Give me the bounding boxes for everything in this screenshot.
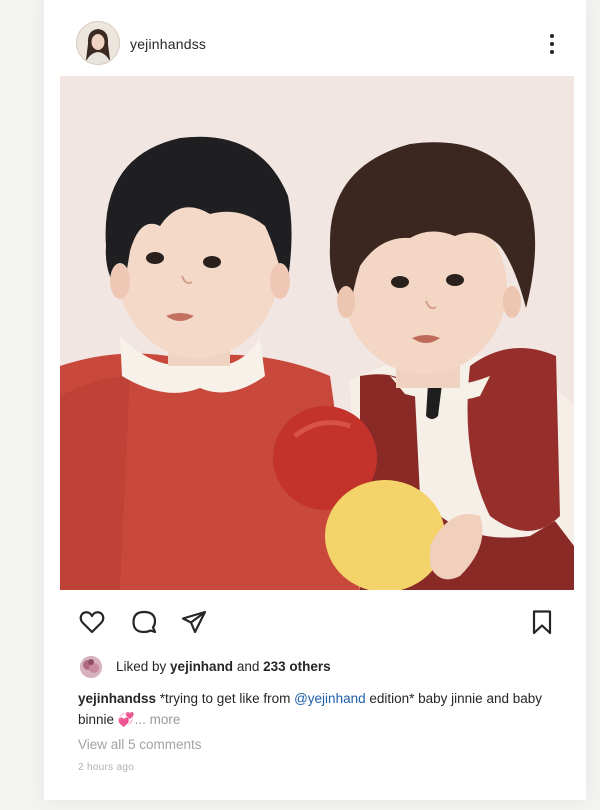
post-header: yejinhandss — [44, 18, 586, 68]
caption-username[interactable]: yejinhandss — [78, 691, 156, 706]
likes-text: Liked by yejinhand and 233 others — [116, 659, 331, 674]
send-icon[interactable] — [180, 608, 208, 636]
heart-icon[interactable] — [78, 608, 106, 636]
liker-avatar-image — [80, 656, 102, 678]
caption-mention[interactable]: @yejinhand — [294, 691, 366, 706]
post-image[interactable]: trishartsy trishartsy — [60, 76, 574, 590]
illustration-two-children — [60, 76, 574, 590]
bookmark-icon[interactable] — [528, 608, 556, 636]
likes-others-link[interactable]: 233 others — [263, 659, 331, 674]
heart-emoji-icon: 💞 — [117, 712, 135, 727]
caption-text-before: *trying to get like from — [156, 691, 295, 706]
more-vertical-icon[interactable] — [548, 32, 556, 56]
instagram-post-card: yejinhandss Liked by yejinhand and 233 o… — [44, 0, 586, 800]
liked-by-user-link[interactable]: yejinhand — [170, 659, 233, 674]
comment-icon[interactable] — [130, 608, 158, 636]
profile-avatar[interactable] — [76, 21, 120, 65]
likes-prefix: Liked by — [116, 659, 171, 674]
likes-row: Liked by yejinhand and 233 others — [80, 656, 560, 680]
avatar-image — [77, 22, 119, 64]
caption-more-prefix: ... — [134, 712, 150, 727]
view-comments-link[interactable]: View all 5 comments — [78, 737, 202, 752]
liker-avatar[interactable] — [80, 656, 102, 678]
post-timestamp: 2 hours ago — [78, 762, 135, 773]
post-username[interactable]: yejinhandss — [130, 36, 206, 52]
likes-middle: and — [233, 659, 264, 674]
post-caption: yejinhandss *trying to get like from @ye… — [78, 688, 578, 730]
post-actions — [44, 604, 586, 640]
caption-more-link[interactable]: more — [150, 712, 181, 727]
